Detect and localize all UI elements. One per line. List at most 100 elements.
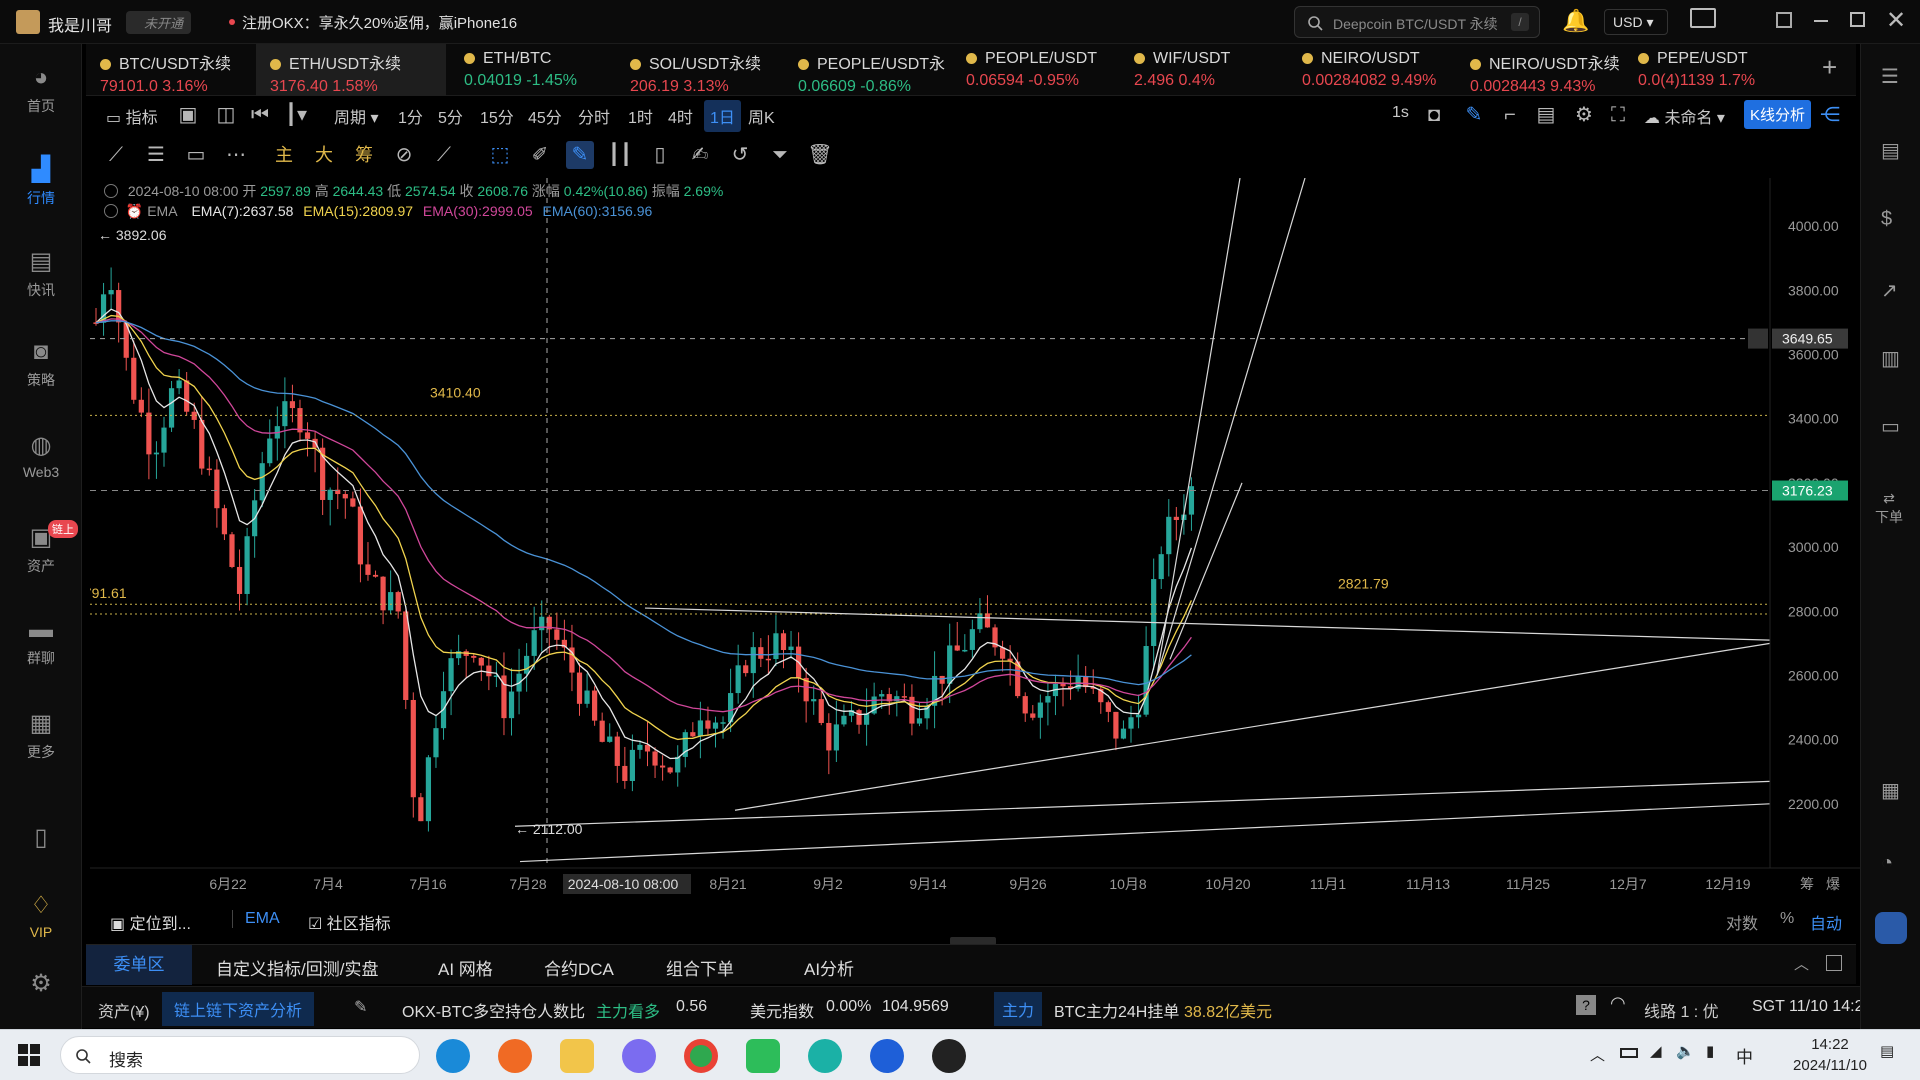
edge-icon[interactable] bbox=[436, 1039, 470, 1073]
tab-ai-analysis[interactable]: AI分析 bbox=[804, 955, 854, 980]
active-draw-icon[interactable]: ✎ bbox=[566, 141, 594, 169]
copilot-icon[interactable] bbox=[622, 1039, 656, 1073]
depth-chart-icon[interactable]: ▥ bbox=[1881, 346, 1900, 371]
nav-market[interactable]: ▟ 行情 bbox=[0, 156, 82, 208]
trash-icon[interactable]: 🗑 bbox=[806, 141, 834, 169]
folder-icon[interactable] bbox=[560, 1039, 594, 1073]
indicator-button[interactable]: ▭ 指标 bbox=[106, 104, 158, 128]
interval-1h[interactable]: 1时 bbox=[628, 104, 653, 128]
candle-type-icon[interactable]: ┃▾ bbox=[282, 101, 310, 129]
list-icon[interactable]: ☰ bbox=[1881, 64, 1899, 89]
big-order-button[interactable]: 大 bbox=[310, 141, 338, 169]
restore-icon[interactable] bbox=[1850, 12, 1865, 27]
channel-icon[interactable]: ⬚ bbox=[486, 141, 514, 169]
interval-timeshare[interactable]: 分时 bbox=[578, 104, 610, 128]
share-icon[interactable]: ⋲ bbox=[1816, 101, 1844, 129]
nav-vip[interactable]: ♢ VIP bbox=[0, 892, 82, 940]
fullscreen-icon[interactable]: ⛶ bbox=[1604, 101, 1632, 129]
taskbar-time[interactable]: 14:22 bbox=[1790, 1036, 1870, 1053]
interval-5m[interactable]: 5分 bbox=[438, 104, 463, 128]
tab-custom-indicator[interactable]: 自定义指标/回测/实盘 bbox=[216, 955, 378, 980]
nav-more[interactable]: ▦ 更多 bbox=[0, 710, 82, 762]
user-name[interactable]: 我是川哥 bbox=[48, 12, 112, 36]
camera-icon[interactable]: ◘ bbox=[1420, 101, 1448, 129]
community-indicator-button[interactable]: ☑ 社区指标 bbox=[308, 910, 391, 934]
promo-text[interactable]: 注册OKX：享永久20%返佣，赢iPhone16 bbox=[242, 12, 517, 33]
period-select[interactable]: 周期 ▾ bbox=[334, 104, 379, 128]
main-indicator-button[interactable]: 主 bbox=[270, 141, 298, 169]
tab-orders[interactable]: 委单区 bbox=[86, 945, 192, 985]
nav-settings[interactable]: ⚙ bbox=[0, 970, 82, 1002]
ticker-tab[interactable]: BTC/USDT永续 79101.0 3.16% bbox=[86, 44, 254, 96]
nav-web3[interactable]: ◍ Web3 bbox=[0, 432, 82, 480]
chrome-icon[interactable] bbox=[684, 1039, 718, 1073]
tab-ai-grid[interactable]: AI 网格 bbox=[438, 955, 493, 980]
assets-label[interactable]: 资产(¥) bbox=[98, 998, 150, 1022]
interval-15m[interactable]: 15分 bbox=[480, 104, 514, 128]
interval-1d[interactable]: 1日 bbox=[704, 100, 741, 132]
window-pin-icon[interactable] bbox=[1776, 12, 1792, 28]
network-icon[interactable]: ◢ bbox=[1650, 1042, 1662, 1060]
ticker-tab[interactable]: PEOPLE/USDT永 0.06609 -0.86% bbox=[784, 44, 952, 96]
ema-tab[interactable]: EMA bbox=[232, 910, 280, 928]
ticker-tab[interactable]: PEPE/USDT 0.0(4)1139 1.7% bbox=[1624, 44, 1792, 96]
mail-icon[interactable] bbox=[1690, 8, 1716, 28]
delete-draw-icon[interactable]: ▯ bbox=[646, 141, 674, 169]
trendline-icon[interactable]: ⟋ bbox=[102, 141, 130, 169]
ratio-icon[interactable]: ⊘ bbox=[390, 141, 418, 169]
tab-combo-order[interactable]: 组合下单 bbox=[666, 955, 734, 980]
panel-icon[interactable]: ▦ bbox=[1881, 778, 1900, 803]
filter-icon[interactable]: ⏷ bbox=[766, 141, 794, 169]
nav-news[interactable]: ▤ 快讯 bbox=[0, 248, 82, 300]
app-taskbar-icon[interactable] bbox=[870, 1039, 904, 1073]
wechat-icon[interactable] bbox=[746, 1039, 780, 1073]
ticker-tab[interactable]: ETH/BTC 0.04019 -1.45% bbox=[450, 44, 616, 96]
ticker-tab[interactable]: SOL/USDT永续 206.19 3.13% bbox=[616, 44, 784, 96]
close-icon[interactable]: ✕ bbox=[1886, 6, 1906, 35]
log-scale-button[interactable]: 对数 bbox=[1726, 910, 1758, 934]
tab-contract-dca[interactable]: 合约DCA bbox=[544, 955, 614, 980]
minimize-icon[interactable] bbox=[1814, 20, 1828, 22]
pen-edit-icon[interactable]: ✎ bbox=[354, 997, 367, 1017]
nav-strategy[interactable]: ◙ 策略 bbox=[0, 338, 82, 390]
nav-chat[interactable]: ▬ 群聊 bbox=[0, 616, 82, 668]
pencil-icon[interactable]: ✐ bbox=[526, 141, 554, 169]
volume-icon[interactable]: 🔈 bbox=[1676, 1042, 1695, 1060]
layout-name-select[interactable]: ☁ 未命名 ▾ bbox=[1644, 104, 1725, 128]
tray-chevron-icon[interactable]: ︿ bbox=[1590, 1044, 1605, 1065]
help-icon[interactable]: ? bbox=[1576, 995, 1596, 1015]
interval-week[interactable]: 周K bbox=[748, 104, 775, 128]
layout-icon[interactable]: ◫ bbox=[212, 101, 240, 129]
notification-icon[interactable]: ▤ bbox=[1880, 1042, 1894, 1060]
orderbook-icon[interactable]: ▤ bbox=[1881, 138, 1900, 163]
ticker-tab[interactable]: ETH/USDT永续 3176.40 1.58% bbox=[256, 44, 446, 96]
ticker-tab[interactable]: NEIRO/USDT永续 0.0028443 9.43% bbox=[1456, 44, 1624, 96]
auto-scale-button[interactable]: 自动 bbox=[1810, 910, 1842, 934]
taskbar-date[interactable]: 2024/11/10 bbox=[1790, 1057, 1870, 1074]
settings-icon[interactable]: ⚙ bbox=[1570, 101, 1598, 129]
asset-analysis-button[interactable]: 链上链下资产分析 bbox=[162, 992, 315, 1026]
ime-indicator[interactable]: 中 bbox=[1736, 1043, 1753, 1068]
locate-button[interactable]: ▣ 定位到... bbox=[110, 910, 191, 934]
chip-button[interactable]: 筹 bbox=[350, 141, 378, 169]
replay-icon[interactable]: ⏮ bbox=[246, 101, 274, 129]
search-box[interactable]: Deepcoin BTC/USDT 永续 / bbox=[1294, 6, 1540, 38]
edit-icon[interactable]: ✍ bbox=[686, 141, 714, 169]
card-icon[interactable]: ▭ bbox=[1881, 414, 1900, 439]
template-icon[interactable]: ▤ bbox=[1532, 101, 1560, 129]
recorder-icon[interactable] bbox=[932, 1039, 966, 1073]
popout-icon[interactable] bbox=[1826, 955, 1842, 971]
refresh-rate[interactable]: 1s bbox=[1392, 104, 1409, 122]
interval-1m[interactable]: 1分 bbox=[398, 104, 423, 128]
ticker-tab[interactable]: PEOPLE/USDT 0.06594 -0.95% bbox=[952, 44, 1120, 96]
line-quality[interactable]: 线路 1 : 优 bbox=[1644, 998, 1719, 1022]
ruler-icon[interactable]: ▭ bbox=[182, 141, 210, 169]
candlestick-chart[interactable]: ← 3892.063410.402791.61← 2112.002821.79 … bbox=[90, 178, 1860, 898]
nav-phone[interactable]: ▯ bbox=[0, 824, 82, 856]
more-tools-icon[interactable]: ⋯ bbox=[222, 141, 250, 169]
expand-up-icon[interactable]: ︿ bbox=[1794, 953, 1809, 974]
bot-avatar[interactable] bbox=[1875, 912, 1907, 944]
edge-dev-icon[interactable] bbox=[808, 1039, 842, 1073]
calendar-icon[interactable]: ▣ bbox=[174, 101, 202, 129]
trend-icon[interactable]: ↗ bbox=[1881, 278, 1898, 303]
